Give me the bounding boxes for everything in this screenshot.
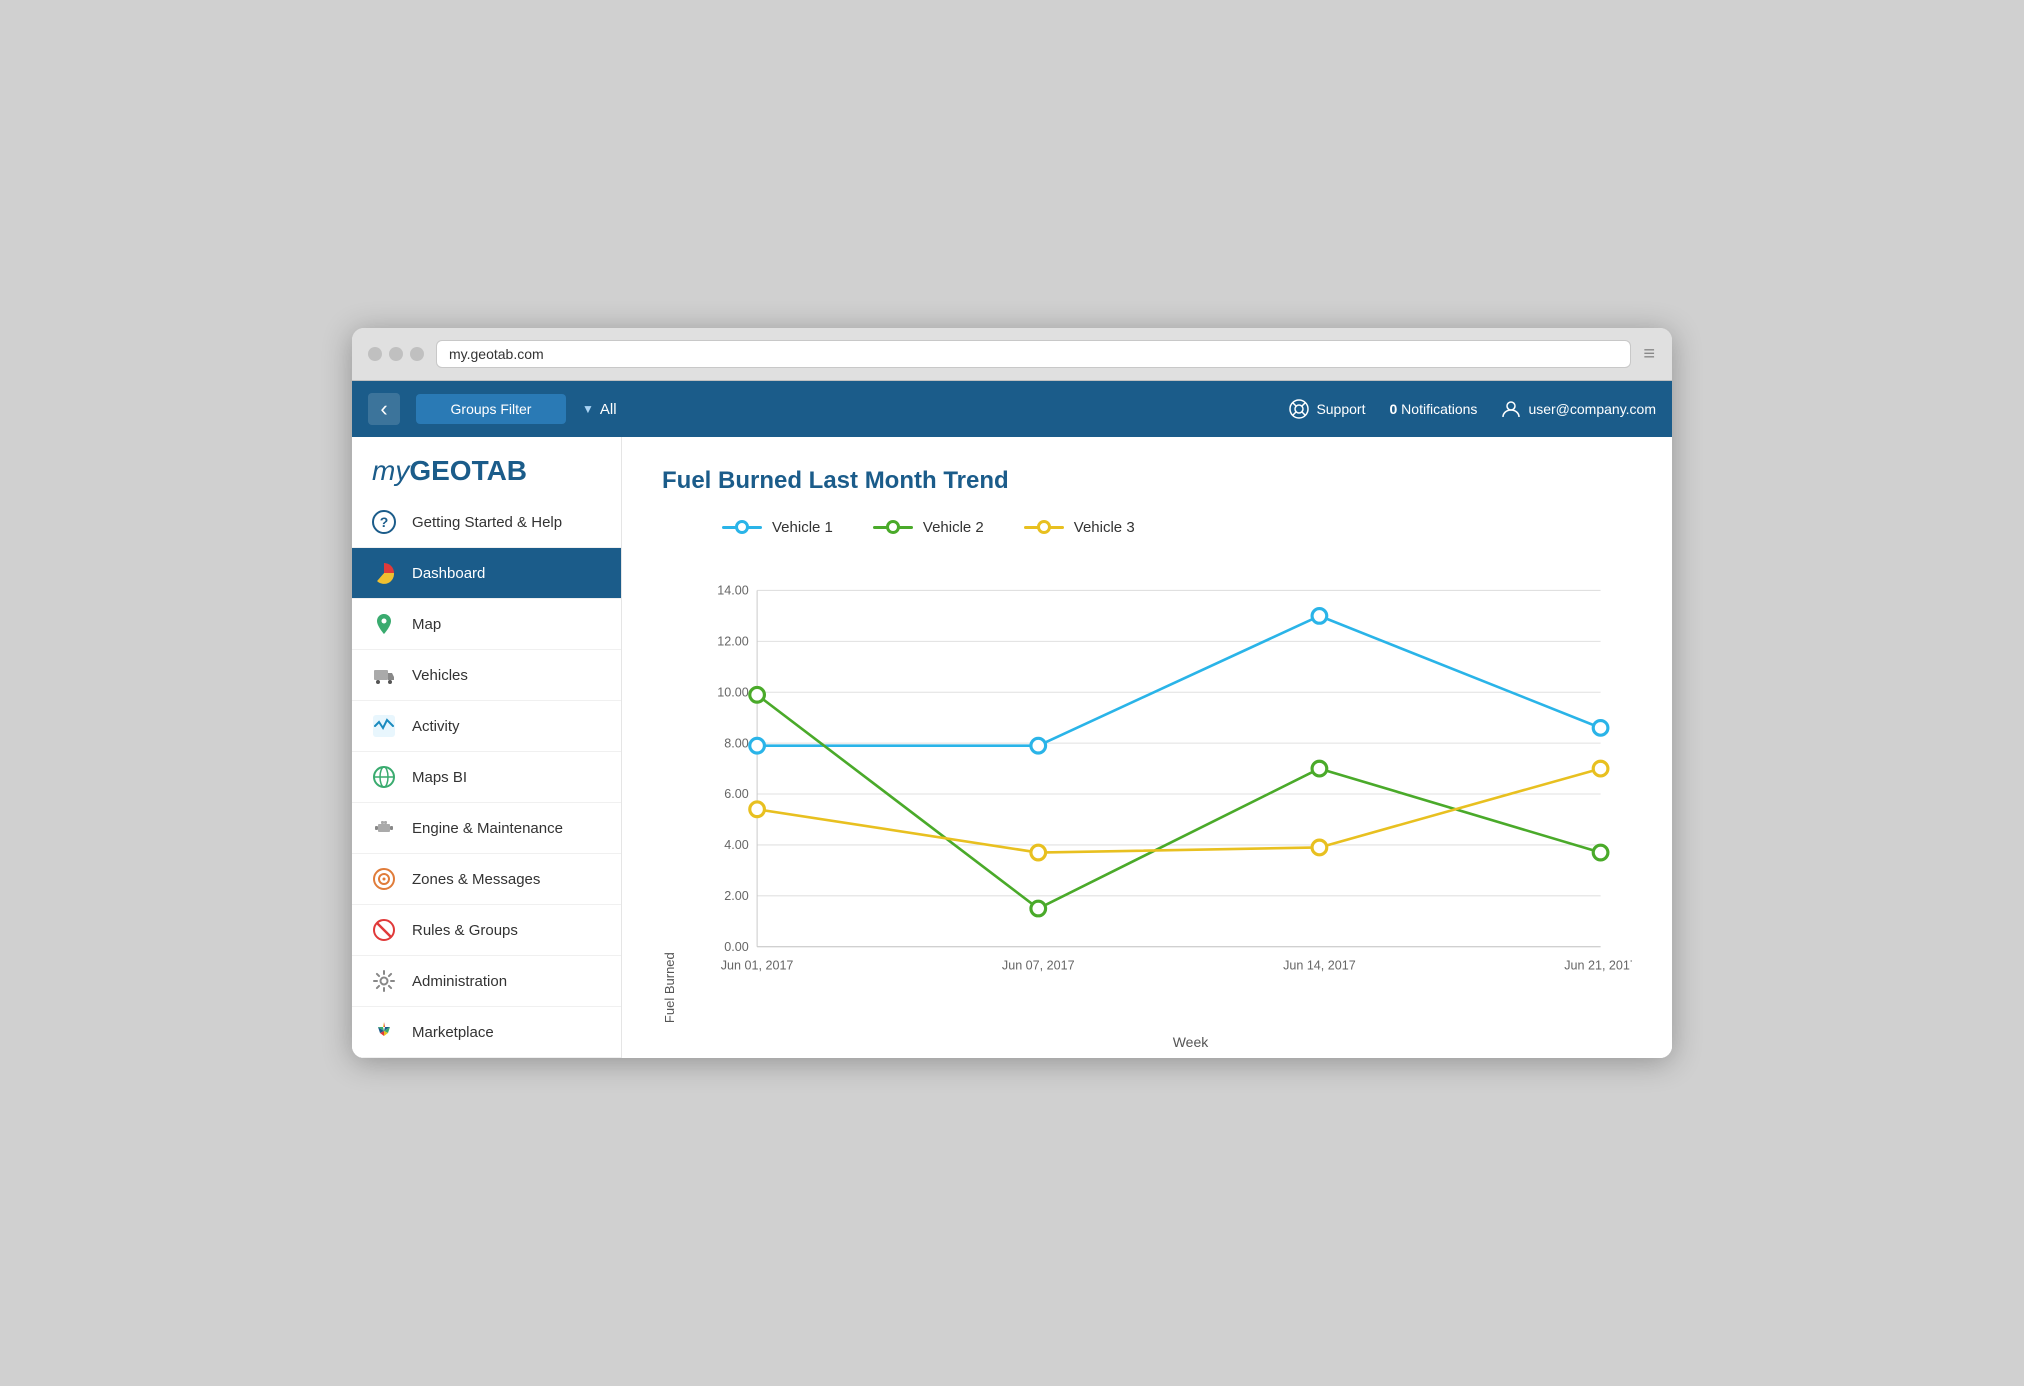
legend-label-vehicle1: Vehicle 1 (772, 519, 833, 536)
y-axis-label: Fuel Burned (662, 952, 677, 1023)
filter-all-dropdown[interactable]: ▼ All (582, 401, 617, 418)
main-area: myGEOTAB ? Getting Started & Help Dashbo… (352, 437, 1672, 1058)
sidebar-item-label-engine-maintenance: Engine & Maintenance (412, 820, 563, 837)
nav-list: ? Getting Started & Help Dashboard Map V… (352, 497, 621, 1058)
logo-geo: GEOTAB (409, 455, 527, 486)
svg-text:Jun 14, 2017: Jun 14, 2017 (1283, 959, 1356, 973)
browser-menu-icon[interactable]: ≡ (1643, 343, 1656, 366)
sidebar-item-label-vehicles: Vehicles (412, 667, 468, 684)
sidebar-item-maps-bi[interactable]: Maps BI (352, 752, 621, 803)
sidebar-item-map[interactable]: Map (352, 599, 621, 650)
sidebar-item-label-dashboard: Dashboard (412, 565, 485, 582)
browser-dot-1 (368, 347, 382, 361)
sidebar-item-engine-maintenance[interactable]: Engine & Maintenance (352, 803, 621, 854)
browser-dot-2 (389, 347, 403, 361)
svg-text:0.00: 0.00 (724, 940, 748, 954)
svg-text:Jun 21, 2017: Jun 21, 2017 (1564, 959, 1632, 973)
svg-text:4.00: 4.00 (724, 838, 748, 852)
chart-title: Fuel Burned Last Month Trend (662, 467, 1632, 495)
vehicles-icon (370, 661, 398, 689)
user-email: user@company.com (1528, 401, 1656, 417)
chart-legend: Vehicle 1 Vehicle 2 Vehicle 3 (722, 519, 1632, 536)
user-button[interactable]: user@company.com (1501, 399, 1656, 419)
administration-icon (370, 967, 398, 995)
browser-dot-3 (410, 347, 424, 361)
dashboard-icon (370, 559, 398, 587)
notifications-label: Notifications (1401, 401, 1477, 417)
svg-text:Jun 07, 2017: Jun 07, 2017 (1002, 959, 1075, 973)
browser-dots (368, 347, 424, 361)
logo-my: my (372, 455, 409, 486)
sidebar-item-vehicles[interactable]: Vehicles (352, 650, 621, 701)
legend-item-vehicle3: Vehicle 3 (1024, 519, 1135, 536)
sidebar-item-zones-messages[interactable]: Zones & Messages (352, 854, 621, 905)
maps-bi-icon (370, 763, 398, 791)
svg-text:2.00: 2.00 (724, 889, 748, 903)
svg-text:?: ? (380, 514, 389, 530)
content-area: Fuel Burned Last Month Trend Vehicle 1 V… (622, 437, 1672, 1058)
sidebar-item-label-zones-messages: Zones & Messages (412, 871, 540, 888)
svg-text:12.00: 12.00 (717, 635, 748, 649)
top-bar-right: Support 0 Notifications user@company.com (1289, 399, 1656, 419)
sidebar-item-rules-groups[interactable]: Rules & Groups (352, 905, 621, 956)
user-icon (1501, 399, 1521, 419)
sidebar-item-marketplace[interactable]: Marketplace (352, 1007, 621, 1058)
engine-maintenance-icon (370, 814, 398, 842)
legend-label-vehicle3: Vehicle 3 (1074, 519, 1135, 536)
top-bar: ‹ Groups Filter ▼ All Support (352, 381, 1672, 437)
sidebar-item-label-marketplace: Marketplace (412, 1024, 494, 1041)
filter-value: All (600, 401, 617, 418)
logo: myGEOTAB (372, 455, 601, 487)
sidebar-item-dashboard[interactable]: Dashboard (352, 548, 621, 599)
legend-item-vehicle1: Vehicle 1 (722, 519, 833, 536)
url-bar[interactable]: my.geotab.com (436, 340, 1631, 368)
rules-groups-icon (370, 916, 398, 944)
back-button[interactable]: ‹ (368, 393, 400, 425)
notifications-count: 0 (1389, 401, 1397, 417)
sidebar-item-label-maps-bi: Maps BI (412, 769, 467, 786)
zones-messages-icon (370, 865, 398, 893)
activity-icon (370, 712, 398, 740)
sidebar-item-getting-started[interactable]: ? Getting Started & Help (352, 497, 621, 548)
map-icon (370, 610, 398, 638)
sidebar-item-label-activity: Activity (412, 718, 460, 735)
svg-text:14.00: 14.00 (717, 584, 748, 598)
sidebar-item-administration[interactable]: Administration (352, 956, 621, 1007)
groups-filter-button[interactable]: Groups Filter (416, 394, 566, 424)
notifications-button[interactable]: 0 Notifications (1389, 401, 1477, 417)
svg-text:8.00: 8.00 (724, 736, 748, 750)
legend-label-vehicle2: Vehicle 2 (923, 519, 984, 536)
filter-arrow-icon: ▼ (582, 402, 594, 416)
support-button[interactable]: Support (1289, 399, 1365, 419)
support-label: Support (1316, 401, 1365, 417)
sidebar-item-label-administration: Administration (412, 973, 507, 990)
sidebar: myGEOTAB ? Getting Started & Help Dashbo… (352, 437, 622, 1058)
browser-window: my.geotab.com ≡ ‹ Groups Filter ▼ All (352, 328, 1672, 1058)
browser-chrome: my.geotab.com ≡ (352, 328, 1672, 381)
getting-started-icon: ? (370, 508, 398, 536)
line-chart: 0.00 2.00 4.00 6.00 8.00 10.00 12.00 14.00 Jun 0… (689, 556, 1632, 1023)
legend-item-vehicle2: Vehicle 2 (873, 519, 984, 536)
app-container: ‹ Groups Filter ▼ All Support (352, 381, 1672, 1058)
logo-area: myGEOTAB (352, 437, 621, 497)
svg-text:6.00: 6.00 (724, 787, 748, 801)
sidebar-item-label-map: Map (412, 616, 441, 633)
sidebar-item-label-rules-groups: Rules & Groups (412, 922, 518, 939)
svg-text:Jun 01, 2017: Jun 01, 2017 (721, 959, 794, 973)
support-icon (1289, 399, 1309, 419)
sidebar-item-activity[interactable]: Activity (352, 701, 621, 752)
svg-text:10.00: 10.00 (717, 685, 748, 699)
x-axis-label: Week (749, 1034, 1632, 1050)
marketplace-icon (370, 1018, 398, 1046)
sidebar-item-label-getting-started: Getting Started & Help (412, 514, 562, 531)
